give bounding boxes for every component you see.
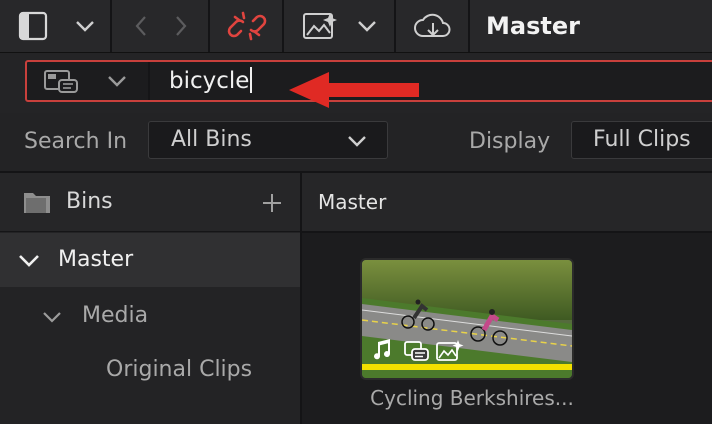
chevron-down-icon (358, 21, 376, 32)
chevron-down-icon (108, 76, 126, 87)
search-options-row: Search In All Bins Display Full Clips (0, 113, 712, 173)
bins-title: Bins (66, 189, 113, 214)
forward-button[interactable] (164, 0, 198, 52)
search-in-value: All Bins (171, 127, 252, 152)
bin-item-media[interactable]: Media (0, 289, 300, 343)
media-pool-title: Master (318, 190, 387, 214)
bin-item-original-clips[interactable]: Original Clips (0, 343, 300, 397)
sidebar-menu-button[interactable] (68, 0, 102, 52)
bins-panel: Bins Master Media Original Clips (0, 173, 302, 424)
chevron-down-icon[interactable] (42, 311, 62, 323)
sidebar-icon (18, 11, 48, 41)
bin-item-master[interactable]: Master (0, 233, 300, 287)
add-bin-icon[interactable] (262, 193, 282, 213)
image-effects-menu-button[interactable] (352, 0, 382, 52)
text-caret (250, 66, 253, 93)
clip-name: Cycling Berkshires... (370, 386, 574, 410)
back-button[interactable] (124, 0, 158, 52)
media-pool-header: Master (302, 173, 712, 233)
image-effects-icon (303, 13, 337, 39)
unlink-button[interactable] (222, 0, 272, 52)
bin-label: Original Clips (106, 357, 253, 382)
unlink-icon (227, 11, 267, 41)
chevron-down-icon[interactable] (18, 254, 40, 268)
chevron-down-icon (76, 21, 94, 32)
back-arrow-icon (135, 16, 146, 36)
metadata-filter-icon (44, 70, 78, 93)
bins-header: Bins (0, 173, 300, 232)
cloud-download-icon (414, 13, 451, 37)
search-row: bicycle (0, 53, 712, 113)
red-arrow-annotation (289, 72, 419, 108)
bin-label: Media (82, 303, 149, 328)
display-dropdown[interactable]: Full Clips (571, 121, 712, 159)
metadata-icon (404, 341, 429, 361)
top-toolbar: Master (0, 0, 712, 53)
effects-icon (436, 340, 464, 361)
display-value: Full Clips (593, 127, 691, 152)
media-pool-area: Cycling Berkshires... (302, 233, 712, 424)
search-input[interactable]: bicycle (169, 62, 253, 100)
folder-icon (24, 193, 50, 213)
page-title: Master (486, 12, 580, 40)
bin-label: Master (58, 247, 134, 272)
chevron-down-icon (348, 136, 366, 147)
search-in-label: Search In (24, 129, 128, 154)
clip-thumbnail[interactable] (360, 258, 574, 380)
search-filter-dropdown[interactable] (27, 62, 150, 100)
music-note-icon (374, 339, 391, 360)
forward-arrow-icon (176, 16, 187, 36)
image-effects-button[interactable] (298, 0, 342, 52)
search-box[interactable]: bicycle (25, 60, 712, 108)
search-in-dropdown[interactable]: All Bins (148, 121, 388, 159)
sidebar-toggle-button[interactable] (14, 0, 52, 52)
search-input-value: bicycle (169, 68, 250, 94)
display-label: Display (469, 129, 551, 154)
cloud-sync-button[interactable] (410, 0, 456, 52)
